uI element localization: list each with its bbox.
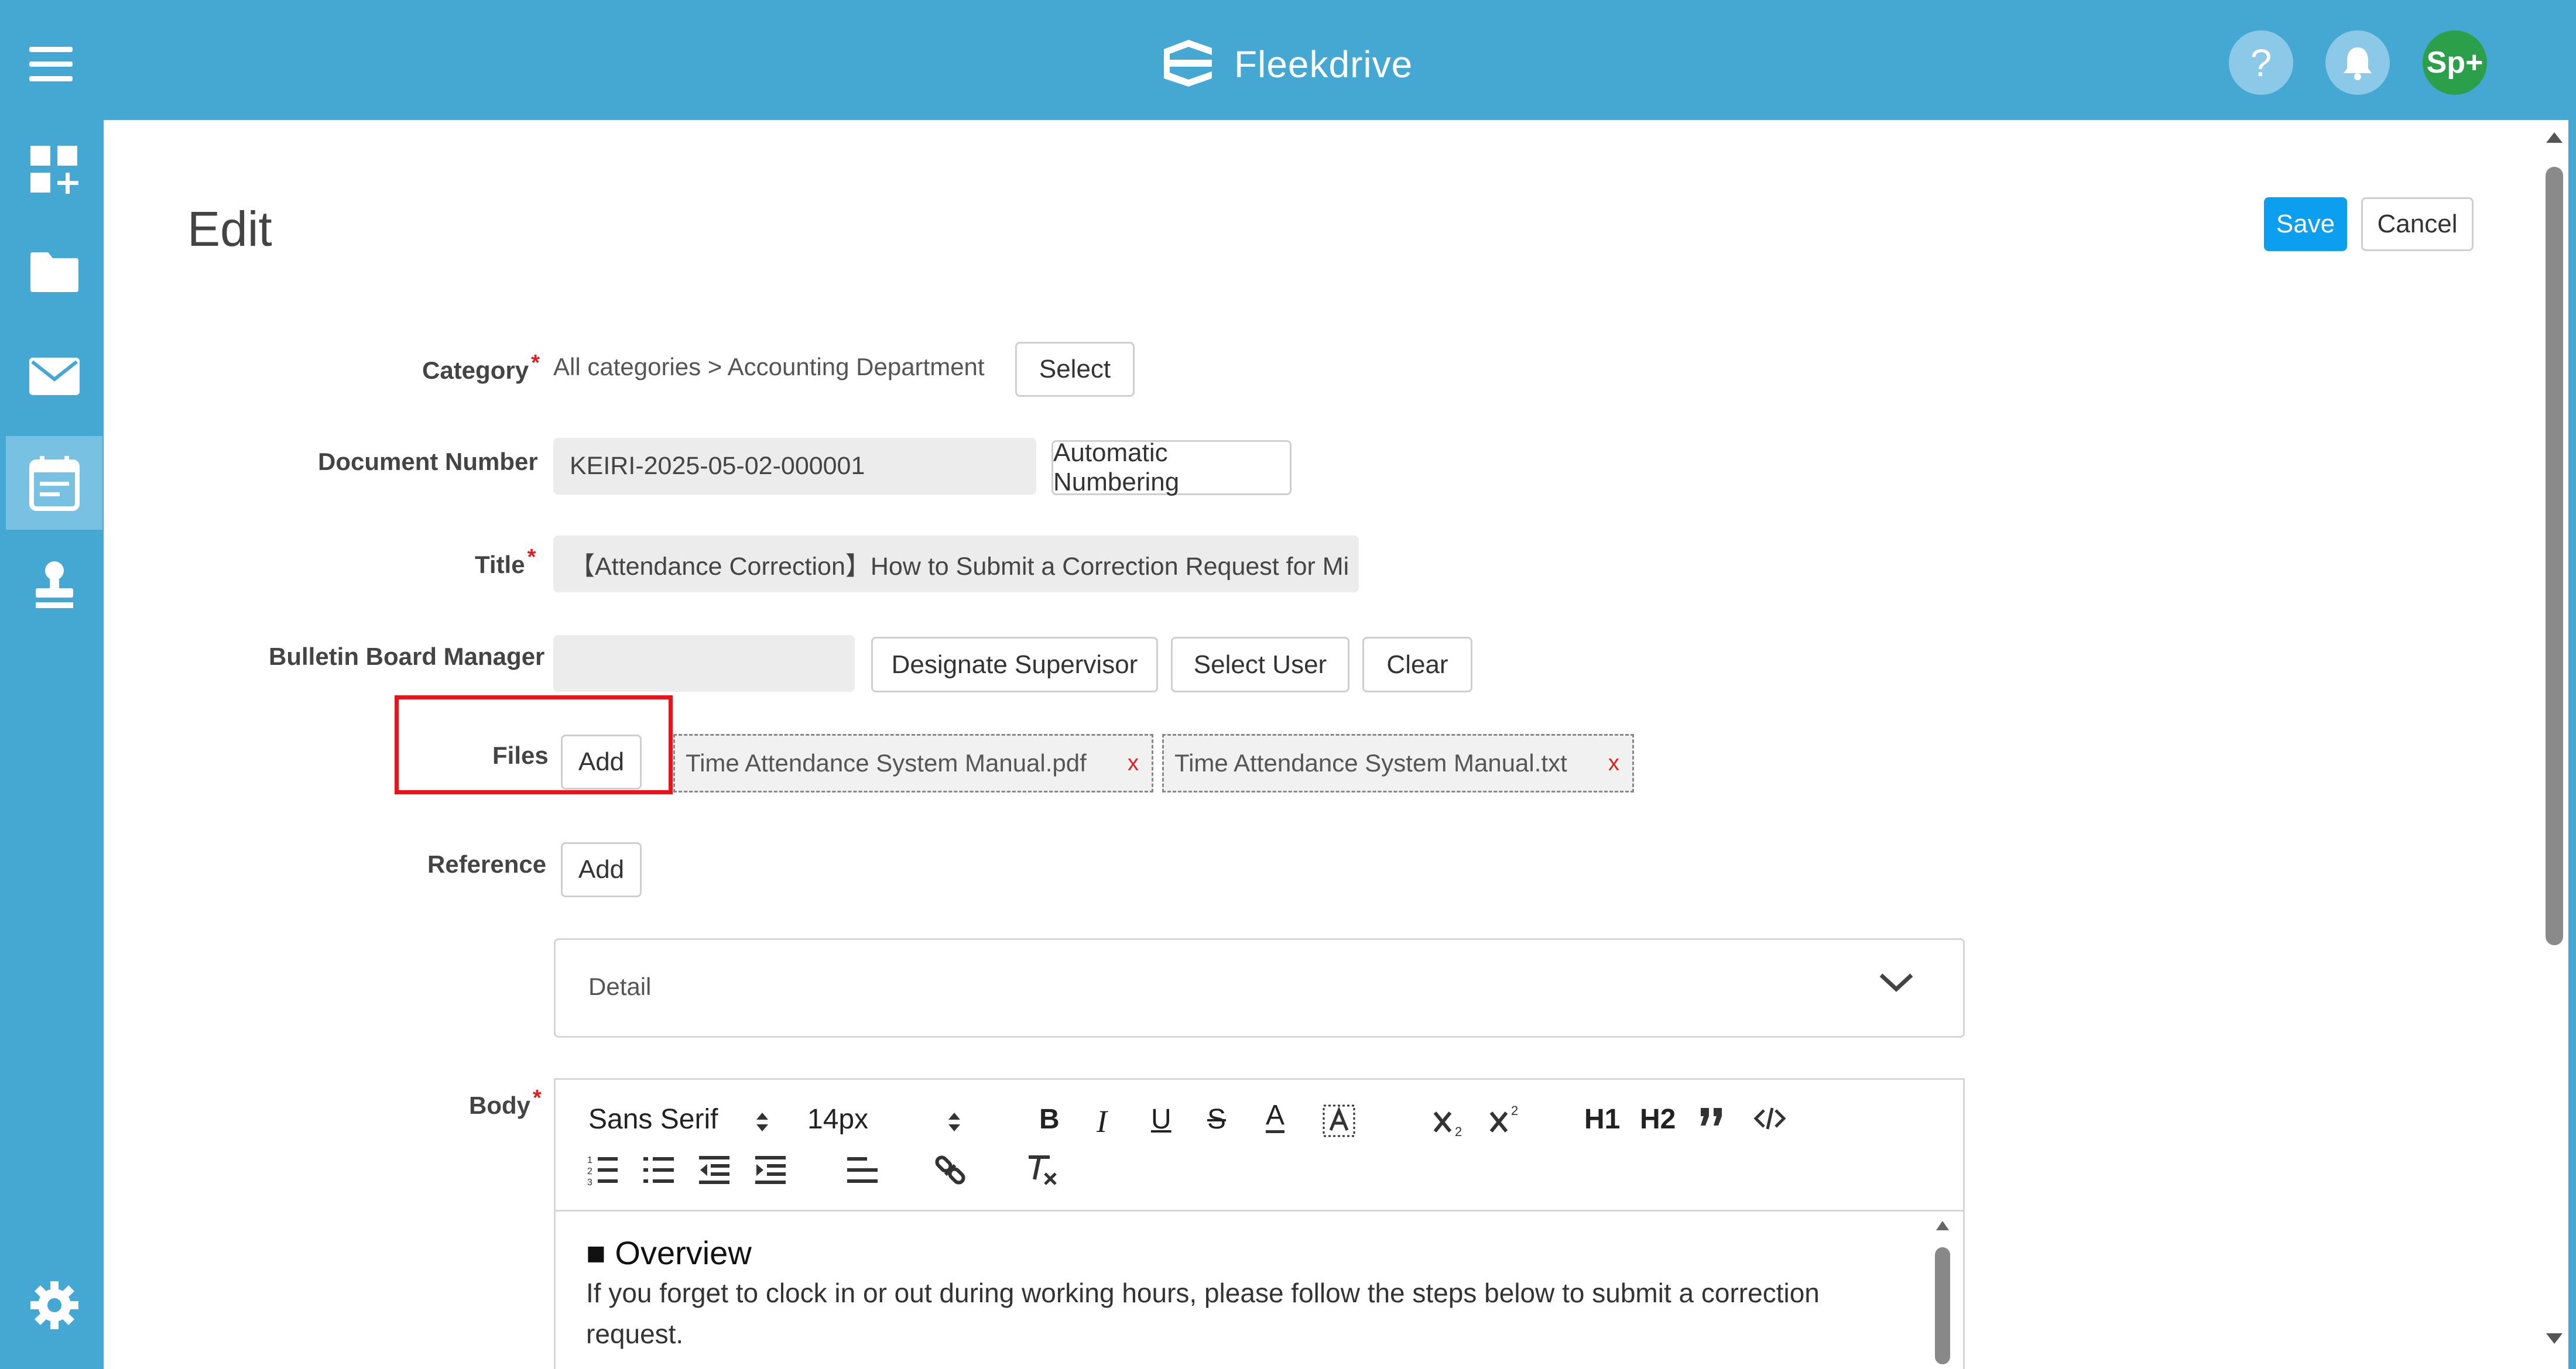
reference-label: Reference	[427, 850, 547, 878]
page-title: Edit	[187, 201, 272, 256]
document-number-field[interactable]: KEIRI-2025-05-02-000001	[553, 438, 1036, 495]
select-user-button[interactable]: Select User	[1171, 637, 1349, 692]
link-icon[interactable]	[934, 1154, 967, 1186]
heading-1-button[interactable]: H1	[1584, 1103, 1620, 1135]
chevron-down-icon	[1879, 973, 1913, 992]
gear-icon	[30, 1281, 78, 1329]
category-path: All categories > Accounting Department	[553, 353, 985, 380]
heading-2-button[interactable]: H2	[1640, 1103, 1676, 1135]
file-chip[interactable]: Time Attendance System Manual.txt x	[1162, 734, 1634, 792]
sidebar-item-dashboard[interactable]	[6, 123, 102, 217]
title-label: Title *	[475, 545, 536, 578]
clear-formatting-icon[interactable]	[1024, 1152, 1059, 1188]
help-button[interactable]: ?	[2229, 30, 2293, 95]
logo-text: Fleekdrive	[1234, 43, 1413, 85]
select-arrows-icon	[756, 1113, 768, 1131]
designate-supervisor-button[interactable]: Designate Supervisor	[871, 637, 1158, 692]
italic-button[interactable]: I	[1097, 1103, 1107, 1140]
subscript-icon[interactable]: 2	[1433, 1106, 1468, 1138]
save-button[interactable]: Save	[2264, 197, 2347, 251]
required-mark: *	[531, 351, 540, 375]
svg-text:2: 2	[1511, 1103, 1518, 1118]
cancel-button[interactable]: Cancel	[2361, 197, 2474, 251]
align-icon[interactable]	[846, 1154, 879, 1186]
calendar-board-icon	[29, 456, 80, 511]
sidebar-item-settings[interactable]	[6, 1267, 102, 1343]
detail-label: Detail	[588, 973, 652, 1000]
svg-text:2: 2	[1455, 1124, 1462, 1138]
select-arrows-icon	[948, 1113, 960, 1131]
background-color-icon[interactable]	[1323, 1104, 1355, 1137]
font-size-select[interactable]: 14px	[807, 1103, 868, 1135]
bell-icon	[2344, 47, 2372, 80]
category-select-button[interactable]: Select	[1015, 342, 1135, 397]
outdent-icon[interactable]	[698, 1154, 731, 1186]
sidebar-item-folders[interactable]	[6, 225, 102, 319]
editor-toolbar: Sans Serif 14px B I U S A 2 2 H1 H2 1 2 …	[556, 1080, 1963, 1212]
bold-button[interactable]: B	[1039, 1103, 1060, 1135]
sidebar	[6, 120, 102, 1369]
clear-button[interactable]: Clear	[1362, 637, 1472, 692]
sidebar-item-mail[interactable]	[6, 330, 102, 423]
scroll-thumb[interactable]	[2546, 167, 2563, 945]
document-number-label: Document Number	[318, 448, 538, 475]
editor-scrollbar[interactable]	[1934, 1217, 1951, 1369]
main-content: Edit Save Cancel Category * All categorie…	[104, 120, 2568, 1369]
strikethrough-button[interactable]: S	[1207, 1103, 1226, 1135]
ordered-list-icon[interactable]: 1 2 3	[586, 1154, 619, 1186]
file-name: Time Attendance System Manual.pdf	[686, 749, 1087, 777]
scroll-down-icon[interactable]	[2543, 1330, 2566, 1347]
svg-text:2: 2	[587, 1166, 592, 1176]
rich-text-editor[interactable]: Sans Serif 14px B I U S A 2 2 H1 H2 1 2 …	[554, 1078, 1965, 1369]
sidebar-item-bulletin[interactable]	[6, 436, 102, 530]
font-family-select[interactable]: Sans Serif	[588, 1103, 718, 1135]
reference-add-button[interactable]: Add	[561, 842, 642, 897]
svg-text:3: 3	[587, 1178, 592, 1186]
body-label: Body *	[469, 1086, 542, 1119]
scroll-up-icon[interactable]	[2543, 129, 2566, 146]
category-label: Category *	[422, 351, 540, 384]
page-scrollbar[interactable]	[2543, 129, 2566, 1358]
underline-button[interactable]: U	[1151, 1103, 1171, 1135]
user-avatar[interactable]: Sp+	[2423, 30, 2487, 95]
help-icon: ?	[2250, 41, 2272, 84]
sidebar-item-approval[interactable]	[6, 538, 102, 632]
remove-file-icon[interactable]: x	[1128, 736, 1139, 791]
mail-icon	[29, 358, 80, 395]
bulletin-manager-field[interactable]	[553, 635, 855, 692]
required-mark: *	[533, 1086, 542, 1110]
editor-body[interactable]: ■ Overview If you forget to clock in or …	[556, 1212, 1963, 1369]
indent-icon[interactable]	[754, 1154, 787, 1186]
hamburger-menu-icon[interactable]	[29, 47, 82, 88]
body-paragraph: If you forget to clock in or out during …	[586, 1278, 1820, 1349]
bullet-list-icon[interactable]	[642, 1154, 675, 1186]
app-logo[interactable]: Fleekdrive	[1159, 32, 1413, 97]
required-mark: *	[527, 545, 536, 569]
top-header: Fleekdrive ? Sp+	[0, 0, 2576, 120]
svg-text:1: 1	[587, 1155, 592, 1165]
text-color-button[interactable]: A	[1266, 1101, 1285, 1133]
file-chip[interactable]: Time Attendance System Manual.pdf x	[673, 734, 1153, 792]
bulletin-manager-label: Bulletin Board Manager	[269, 643, 545, 670]
folder-icon	[30, 252, 78, 292]
code-block-icon[interactable]	[1753, 1106, 1786, 1131]
avatar-initials: Sp+	[2426, 46, 2483, 80]
remove-file-icon[interactable]: x	[1608, 736, 1619, 791]
scroll-up-icon[interactable]	[1934, 1217, 1951, 1233]
title-field[interactable]: 【Attendance Correction】How to Submit a C…	[553, 536, 1359, 592]
body-heading: ■ Overview	[586, 1234, 752, 1271]
fleekdrive-logo-icon	[1164, 40, 1212, 87]
reference-highlight-box	[395, 695, 673, 794]
notifications-button[interactable]	[2325, 30, 2390, 95]
superscript-icon[interactable]: 2	[1489, 1102, 1524, 1135]
detail-accordion[interactable]: Detail	[554, 938, 1965, 1038]
stamp-icon	[35, 561, 73, 608]
automatic-numbering-button[interactable]: Automatic Numbering	[1051, 438, 1292, 496]
blockquote-icon[interactable]	[1697, 1106, 1727, 1131]
dashboard-add-icon	[30, 146, 78, 194]
file-name: Time Attendance System Manual.txt	[1174, 749, 1567, 777]
